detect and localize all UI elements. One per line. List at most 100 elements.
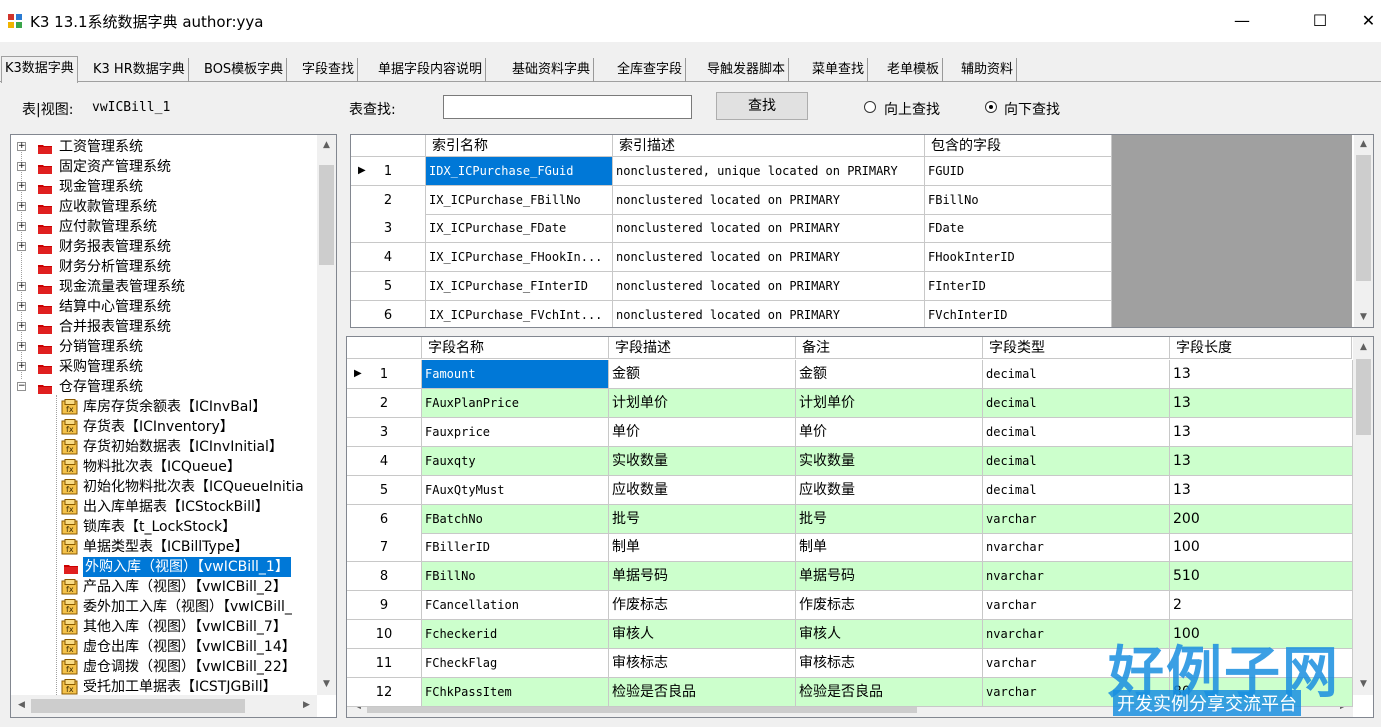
close-button[interactable]: ✕: [1356, 0, 1381, 42]
field-cell[interactable]: 实收数量: [796, 446, 983, 476]
tree-table-node[interactable]: fx 产品入库（视图）【vwICBill_2】: [11, 577, 317, 597]
field-type-header[interactable]: 字段类型: [983, 337, 1170, 359]
field-grid-vscrollbar[interactable]: ▲ ▼: [1353, 337, 1373, 695]
tree-table-node[interactable]: fx 出入库单据表【ICStockBill】: [11, 497, 317, 517]
tree-node[interactable]: + 分销管理系统: [11, 337, 311, 357]
tab-all-db-field[interactable]: 全库查字段: [614, 58, 687, 82]
index-grid-scrollbar[interactable]: ▲ ▼: [1354, 135, 1373, 327]
field-cell[interactable]: 应收数量: [796, 475, 983, 505]
field-cell[interactable]: 审核标志: [796, 649, 983, 678]
field-cell[interactable]: 制单: [796, 533, 983, 563]
row-header[interactable]: 6: [347, 504, 422, 534]
row-header[interactable]: 7: [347, 533, 422, 563]
tree-horizontal-scrollbar[interactable]: ◀ ▶: [11, 695, 317, 717]
field-cell[interactable]: 单据号码: [609, 562, 796, 592]
tree-node[interactable]: + 采购管理系统: [11, 357, 311, 377]
scroll-up-arrow-icon[interactable]: ▲: [1355, 339, 1372, 356]
row-header[interactable]: 11: [347, 649, 422, 678]
scroll-down-arrow-icon[interactable]: ▼: [1355, 309, 1372, 326]
tree-table-node[interactable]: fx 虚仓出库（视图）【vwICBill_14】: [11, 637, 317, 657]
field-length-header[interactable]: 字段长度: [1170, 337, 1352, 359]
expand-icon[interactable]: +: [17, 242, 26, 251]
index-cell[interactable]: FBillNo: [925, 185, 1112, 215]
field-cell[interactable]: 计划单价: [796, 388, 983, 418]
row-header[interactable]: 5: [351, 271, 426, 301]
field-cell[interactable]: 金额: [796, 360, 983, 389]
index-cell[interactable]: IDX_ICPurchase_FGuid: [426, 157, 613, 186]
tree-node[interactable]: + 工资管理系统: [11, 137, 311, 157]
field-name-header[interactable]: 字段名称: [422, 337, 609, 359]
row-header[interactable]: 2: [351, 185, 426, 215]
index-cell[interactable]: IX_ICPurchase_FVchInt...: [426, 300, 613, 327]
tree-table-node[interactable]: fx 库房存货余额表【ICInvBal】: [11, 397, 317, 417]
field-cell[interactable]: Fcheckerid: [422, 620, 609, 650]
row-header[interactable]: 4: [351, 243, 426, 273]
index-cell[interactable]: nonclustered located on PRIMARY: [613, 185, 925, 215]
tree-node[interactable]: + 固定资产管理系统: [11, 157, 311, 177]
field-cell[interactable]: 13: [1170, 388, 1353, 418]
tab-base-data-dictionary[interactable]: 基础资料字典: [509, 58, 595, 82]
tree-scroll-thumb[interactable]: [319, 165, 334, 265]
search-down-label[interactable]: 向下查找: [1004, 99, 1060, 119]
field-cell[interactable]: 检验是否良品: [609, 677, 796, 707]
field-cell[interactable]: decimal: [983, 475, 1170, 505]
tree-node[interactable]: − 仓存管理系统: [11, 377, 311, 397]
field-cell[interactable]: decimal: [983, 417, 1170, 447]
index-cell[interactable]: nonclustered located on PRIMARY: [613, 243, 925, 273]
field-cell[interactable]: Fauxprice: [422, 417, 609, 447]
expand-icon[interactable]: +: [17, 162, 26, 171]
field-cell[interactable]: 100: [1170, 533, 1353, 563]
field-cell[interactable]: 13: [1170, 360, 1353, 389]
index-cell[interactable]: nonclustered located on PRIMARY: [613, 214, 925, 244]
index-name-header[interactable]: 索引名称: [426, 135, 613, 157]
field-cell[interactable]: Famount: [422, 360, 609, 389]
scroll-left-arrow-icon[interactable]: ◀: [13, 697, 30, 714]
index-cell[interactable]: FVchInterID: [925, 300, 1112, 327]
tree-vertical-scrollbar[interactable]: ▲ ▼: [317, 135, 336, 695]
expand-icon[interactable]: +: [17, 282, 26, 291]
tab-k3-dictionary[interactable]: K3数据字典: [1, 56, 78, 83]
field-cell[interactable]: FChkPassItem: [422, 677, 609, 707]
field-cell[interactable]: 审核标志: [609, 649, 796, 678]
search-up-radio[interactable]: [864, 101, 876, 113]
row-header[interactable]: 10: [347, 620, 422, 650]
tree-table-node[interactable]: fx 锁库表【t_LockStock】: [11, 517, 317, 537]
field-cell[interactable]: 作废标志: [796, 591, 983, 621]
field-cell[interactable]: FCancellation: [422, 591, 609, 621]
row-header[interactable]: 8: [347, 562, 422, 592]
tab-old-bill-template[interactable]: 老单模板: [884, 58, 944, 82]
expand-icon[interactable]: +: [17, 142, 26, 151]
field-cell[interactable]: decimal: [983, 388, 1170, 418]
scroll-down-arrow-icon[interactable]: ▼: [318, 676, 335, 693]
field-cell[interactable]: FAuxPlanPrice: [422, 388, 609, 418]
index-cell[interactable]: nonclustered, unique located on PRIMARY: [613, 157, 925, 186]
field-cell[interactable]: 作废标志: [609, 591, 796, 621]
index-cell[interactable]: IX_ICPurchase_FDate: [426, 214, 613, 244]
tree-table-node[interactable]: fx 物料批次表【ICQueue】: [11, 457, 317, 477]
tab-auxiliary-data[interactable]: 辅助资料: [958, 58, 1018, 82]
field-cell[interactable]: 200: [1170, 504, 1353, 534]
tree-node[interactable]: + 现金流量表管理系统: [11, 277, 311, 297]
index-cell[interactable]: FHookInterID: [925, 243, 1112, 273]
field-cell[interactable]: 检验是否良品: [796, 677, 983, 707]
row-header[interactable]: 6: [351, 300, 426, 327]
tab-bill-field-description[interactable]: 单据字段内容说明: [375, 58, 487, 82]
row-header[interactable]: 12: [347, 677, 422, 707]
field-cell[interactable]: nvarchar: [983, 533, 1170, 563]
expand-icon[interactable]: +: [17, 182, 26, 191]
tab-export-trigger-script[interactable]: 导触发器脚本: [704, 58, 790, 82]
table-tree[interactable]: ▲ ▼ ◀ ▶ + 工资管理系统 + 固定资产管理系统 + 现金管理系统 + 应收款管理系统 +…: [10, 134, 337, 718]
field-cell[interactable]: Fauxqty: [422, 446, 609, 476]
field-cell[interactable]: FBillNo: [422, 562, 609, 592]
field-remark-header[interactable]: 备注: [796, 337, 983, 359]
expand-icon[interactable]: +: [17, 322, 26, 331]
scroll-down-arrow-icon[interactable]: ▼: [1355, 676, 1372, 693]
row-header[interactable]: 2: [347, 388, 422, 418]
row-header[interactable]: 5: [347, 475, 422, 505]
field-cell[interactable]: 单价: [609, 417, 796, 447]
tab-menu-search[interactable]: 菜单查找: [809, 58, 869, 82]
index-grid[interactable]: 索引名称 索引描述 包含的字段 ▲ ▼ 1 ▶ IDX_ICPurchase_FGu…: [350, 134, 1374, 328]
row-header[interactable]: 4: [347, 446, 422, 476]
tree-table-node[interactable]: fx 单据类型表【ICBillType】: [11, 537, 317, 557]
field-cell[interactable]: 应收数量: [609, 475, 796, 505]
